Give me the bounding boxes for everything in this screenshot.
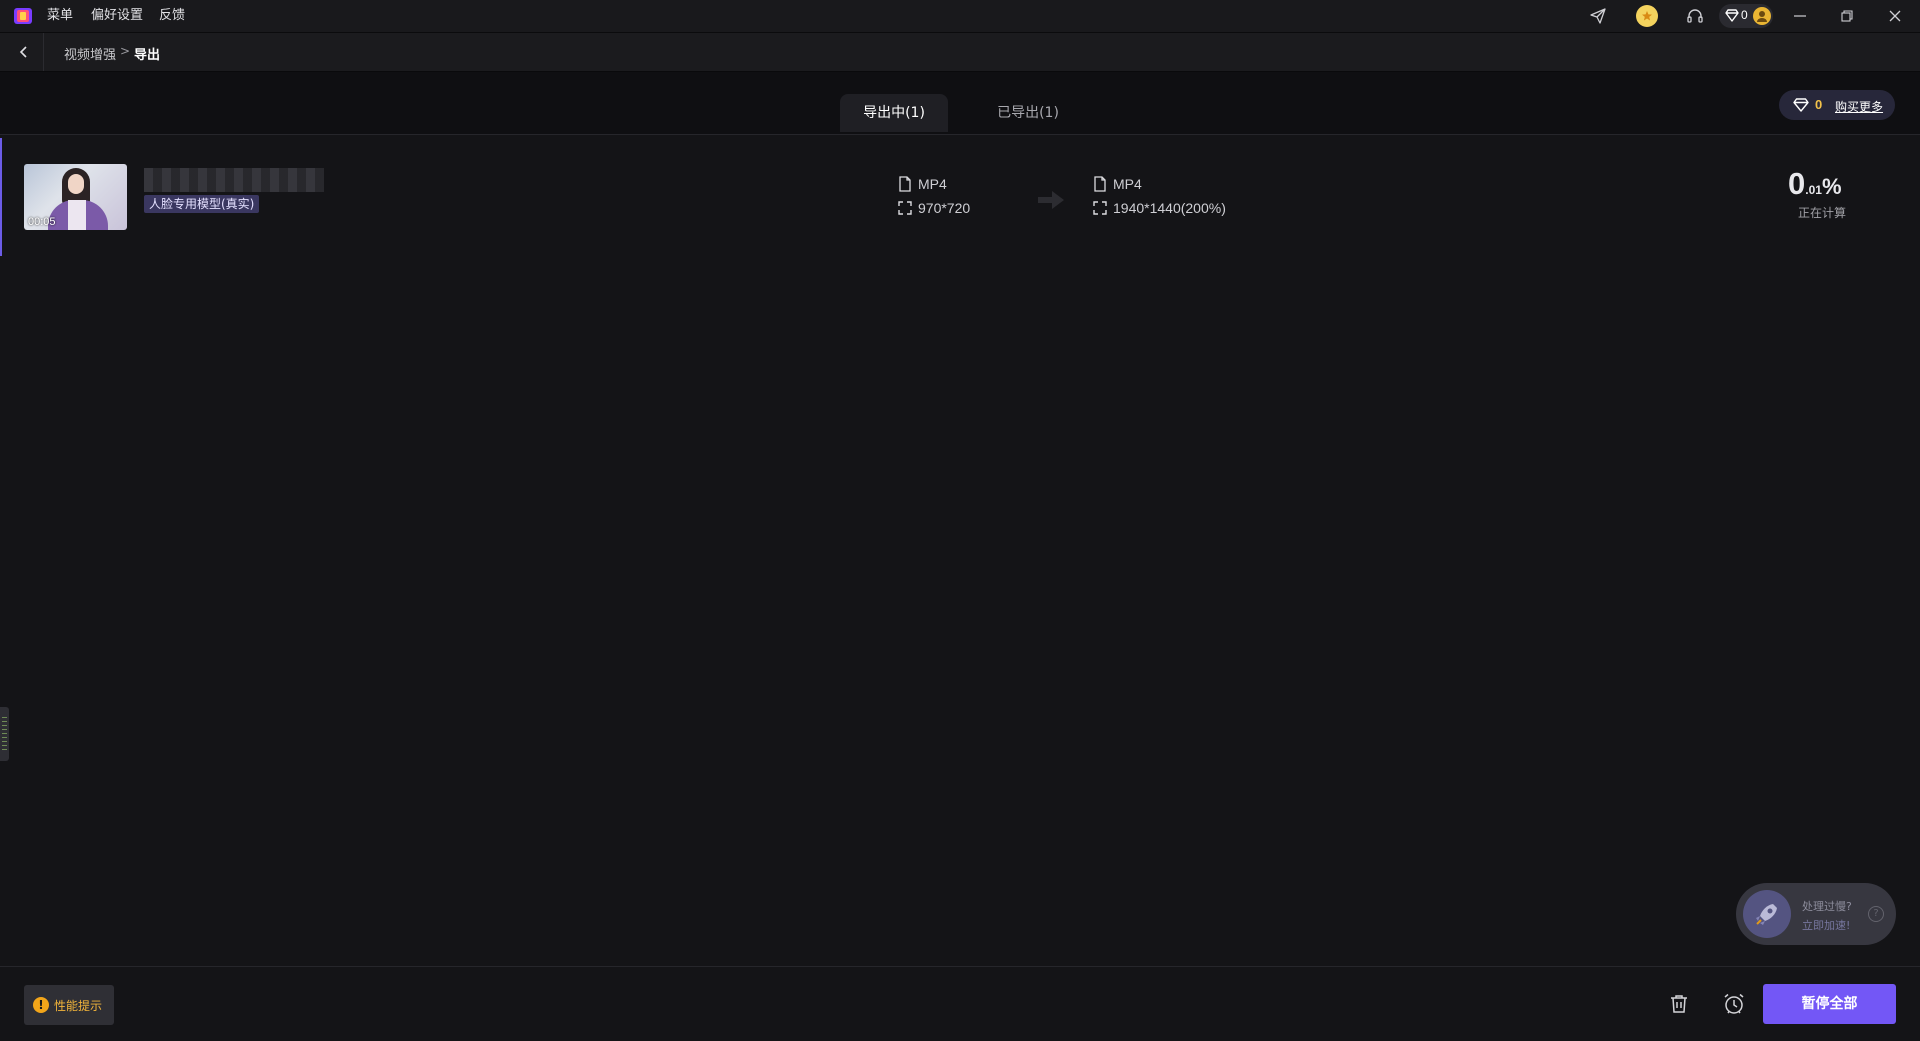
breadcrumb-current: 导出 — [134, 48, 161, 63]
file-icon — [1094, 176, 1106, 192]
target-resolution: 1940*1440(200%) — [1093, 199, 1226, 217]
close-icon[interactable] — [1884, 5, 1906, 27]
performance-tip-label: 性能提示 — [54, 999, 103, 1013]
menu-main[interactable]: 菜单 — [47, 8, 73, 24]
diamond-icon — [1725, 9, 1739, 22]
diamond-icon — [1793, 98, 1809, 112]
target-format: MP4 — [1093, 175, 1142, 193]
side-drawer-handle[interactable] — [0, 707, 9, 761]
source-format-label: MP4 — [918, 176, 947, 192]
headset-icon[interactable] — [1684, 5, 1706, 27]
source-resolution: 970*720 — [898, 199, 970, 217]
divider — [43, 33, 44, 71]
gem-count: 0 — [1741, 8, 1748, 22]
restore-icon[interactable] — [1836, 5, 1858, 27]
progress-whole: 0 — [1788, 166, 1806, 201]
breadcrumb-separator: > — [120, 44, 131, 58]
performance-tip-button[interactable]: ! 性能提示 — [24, 985, 114, 1025]
resolution-icon — [898, 201, 912, 215]
menu-preferences[interactable]: 偏好设置 — [91, 8, 143, 24]
progress-percent: 0.01% — [1788, 166, 1842, 202]
app-logo-icon — [13, 6, 33, 26]
bottom-bar: ! 性能提示 暂停全部 — [0, 966, 1920, 1041]
pause-all-button[interactable]: 暂停全部 — [1763, 984, 1896, 1024]
avatar-icon[interactable] — [1753, 7, 1771, 25]
progress-fraction: .01 — [1805, 183, 1822, 197]
tab-exporting[interactable]: 导出中(1) — [840, 94, 948, 132]
minimize-icon[interactable] — [1789, 5, 1811, 27]
progress-unit: % — [1821, 174, 1842, 199]
target-format-label: MP4 — [1113, 176, 1142, 192]
export-task-row: 00:05 人脸专用模型(真实) MP4 970*720 MP4 1940*14… — [0, 138, 1920, 256]
trash-icon[interactable] — [1666, 991, 1692, 1017]
breadcrumb-parent[interactable]: 视频增强 — [64, 44, 116, 63]
tabs-area: 导出中(1) 已导出(1) 0 购买更多 — [0, 72, 1920, 135]
source-resolution-label: 970*720 — [918, 200, 971, 216]
video-thumbnail[interactable]: 00:05 — [24, 164, 127, 230]
speed-up-line1: 处理过慢? — [1802, 900, 1852, 913]
rocket-icon — [1743, 890, 1791, 938]
speed-up-line2[interactable]: 立即加速! — [1802, 917, 1850, 933]
arrow-right-icon — [1036, 188, 1066, 212]
buy-more-link[interactable]: 购买更多 — [1835, 98, 1883, 115]
speed-up-widget[interactable]: 处理过慢? 立即加速! ? — [1736, 883, 1896, 945]
progress-status: 正在计算 — [1798, 206, 1847, 220]
resolution-icon — [1093, 201, 1107, 215]
tab-exported[interactable]: 已导出(1) — [978, 94, 1078, 132]
file-icon — [899, 176, 911, 192]
coin-icon[interactable] — [1636, 5, 1658, 27]
warning-icon: ! — [33, 997, 49, 1013]
gem-balance: 0 — [1815, 97, 1823, 112]
breadcrumb-bar: 视频增强 > 导出 — [0, 33, 1920, 72]
source-format: MP4 — [898, 175, 947, 193]
title-bar: 菜单 偏好设置 反馈 0 — [0, 0, 1920, 33]
buy-more-button[interactable]: 0 购买更多 — [1779, 90, 1895, 120]
row-accent — [0, 138, 2, 256]
gem-badge[interactable]: 0 — [1719, 4, 1773, 28]
video-duration: 00:05 — [28, 216, 56, 228]
send-icon[interactable] — [1587, 5, 1609, 27]
menu-feedback[interactable]: 反馈 — [159, 8, 185, 24]
alarm-clock-icon[interactable] — [1721, 991, 1747, 1017]
model-tag: 人脸专用模型(真实) — [144, 195, 260, 213]
back-arrow-icon[interactable] — [14, 42, 34, 62]
file-name-pixelated — [144, 168, 324, 192]
help-icon[interactable]: ? — [1868, 906, 1884, 922]
target-resolution-label: 1940*1440(200%) — [1113, 200, 1226, 216]
